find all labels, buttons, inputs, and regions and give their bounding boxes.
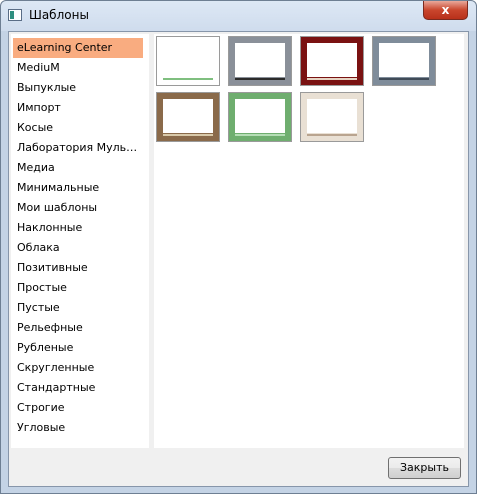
title-bar[interactable]: Шаблоны x [1,1,476,31]
sidebar-item[interactable]: Простые [13,278,143,298]
sidebar-item[interactable]: Угловые [13,418,143,438]
sidebar-item[interactable]: Импорт [13,98,143,118]
template-thumb-2[interactable] [228,36,292,86]
thumb-accent-bar [379,78,429,80]
template-thumb-6[interactable] [228,92,292,142]
template-thumb-1[interactable] [156,36,220,86]
thumb-slide-area [163,99,213,133]
sidebar-item[interactable]: Лаборатория Мульти... [13,138,143,158]
window-title: Шаблоны [29,8,89,22]
sidebar-item[interactable]: Выпуклые [13,78,143,98]
template-thumb-7[interactable] [300,92,364,142]
sidebar-item[interactable]: MediuM [13,58,143,78]
thumb-slide-area [307,99,357,133]
template-thumb-5[interactable] [156,92,220,142]
thumb-slide-area [307,43,357,77]
sidebar-item[interactable]: Медиа [13,158,143,178]
sidebar-item[interactable]: Строгие [13,398,143,418]
close-icon[interactable]: x [423,1,468,20]
thumb-accent-bar [307,134,357,136]
template-window-icon [8,9,22,21]
sidebar-item[interactable]: eLearning Center [13,38,143,58]
template-gallery [149,34,464,448]
sidebar-item[interactable]: Рельефные [13,318,143,338]
sidebar-item[interactable]: Позитивные [13,258,143,278]
sidebar-item[interactable]: Рубленые [13,338,143,358]
sidebar-item[interactable]: Облака [13,238,143,258]
thumb-accent-bar [307,78,357,80]
thumb-accent-bar [235,134,285,136]
thumb-slide-area [163,43,213,77]
thumb-accent-bar [163,134,213,136]
close-button[interactable]: Закрыть [388,457,461,479]
template-category-list[interactable]: eLearning Center MediuM Выпуклые Импорт Косы… [11,34,149,448]
template-thumb-4[interactable] [372,36,436,86]
thumb-accent-bar [163,78,213,80]
templates-dialog: Шаблоны x eLearning Center MediuM Выпуклые… [0,0,477,494]
thumb-slide-area [235,43,285,77]
thumb-accent-bar [235,78,285,80]
sidebar-item[interactable]: Скругленные [13,358,143,378]
sidebar-item[interactable]: Минимальные [13,178,143,198]
template-thumb-3[interactable] [300,36,364,86]
sidebar-item[interactable]: Косые [13,118,143,138]
sidebar-item[interactable]: Наклонные [13,218,143,238]
sidebar-item[interactable]: Стандартные [13,378,143,398]
dialog-body: eLearning Center MediuM Выпуклые Импорт Косы… [8,31,469,487]
thumb-slide-area [379,43,429,77]
sidebar-item[interactable]: Пустые [13,298,143,318]
thumb-slide-area [235,99,285,133]
sidebar-item[interactable]: Мои шаблоны [13,198,143,218]
